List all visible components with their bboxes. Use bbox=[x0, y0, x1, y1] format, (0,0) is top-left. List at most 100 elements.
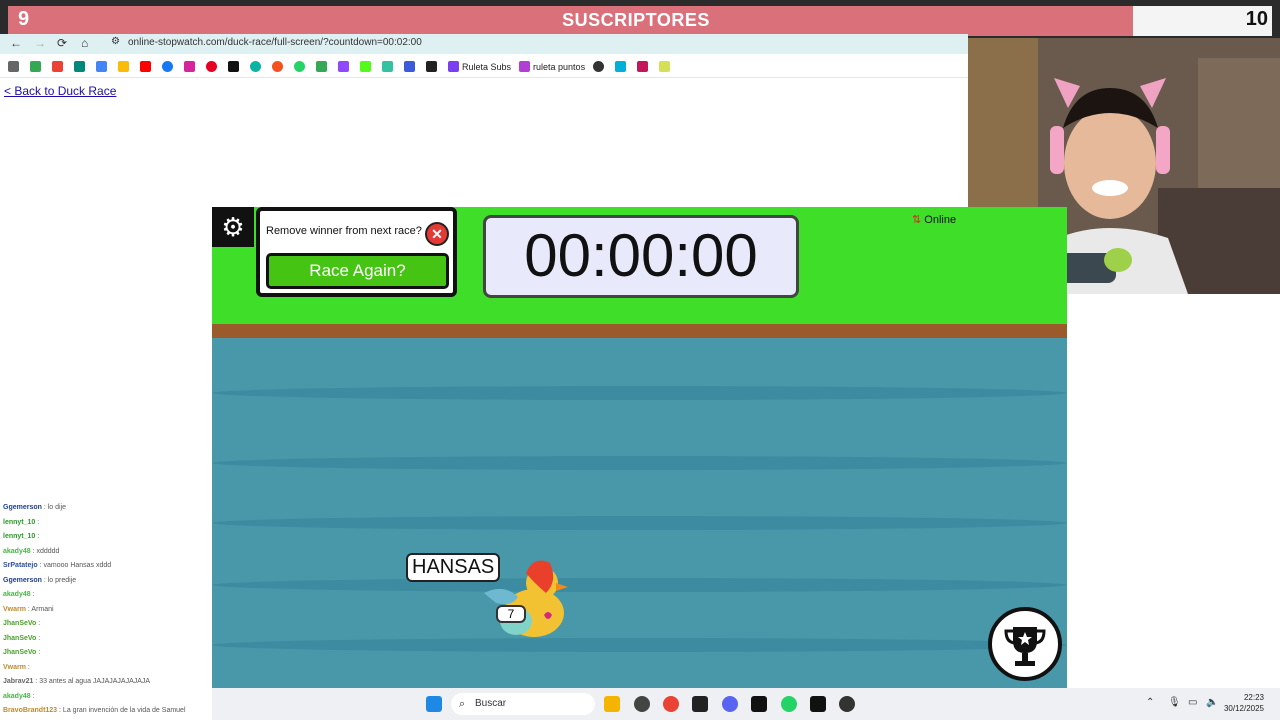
chat-username: Jabrav21 bbox=[3, 678, 34, 685]
remove-winner-prompt: Remove winner from next race? bbox=[266, 225, 422, 237]
star-icon[interactable] bbox=[659, 61, 673, 72]
apps-icon[interactable] bbox=[8, 61, 22, 72]
chat-message: Ggemerson : lo predije bbox=[3, 576, 77, 584]
download-icon[interactable] bbox=[404, 61, 418, 72]
bookmarks-bar: Ruleta Subs ruleta puntos bbox=[0, 56, 968, 78]
chat-text: vamooo Hansas xddd bbox=[43, 562, 112, 569]
streamlabs-icon[interactable] bbox=[382, 61, 396, 72]
chat-message: akady48 : bbox=[3, 692, 35, 700]
obs-taskbar-icon[interactable] bbox=[839, 696, 855, 712]
reload-icon[interactable]: ⟳ bbox=[57, 36, 67, 50]
play-icon[interactable] bbox=[615, 61, 629, 72]
url-text[interactable]: online-stopwatch.com/duck-race/full-scre… bbox=[128, 37, 422, 48]
chat-username: JhanSeVo bbox=[3, 620, 37, 627]
chat-message: lennyt_10 : bbox=[3, 518, 40, 526]
capcut-icon[interactable] bbox=[692, 696, 708, 712]
back-to-duck-race-link[interactable]: < Back to Duck Race bbox=[4, 84, 116, 98]
leaderboard-trophy-icon[interactable] bbox=[988, 607, 1062, 681]
maps-icon[interactable] bbox=[316, 61, 330, 72]
chat-message: Ggemerson : lo dije bbox=[3, 504, 67, 511]
facebook-icon[interactable] bbox=[162, 61, 176, 72]
chat-username: akady48 bbox=[3, 591, 31, 598]
notion-icon[interactable] bbox=[751, 696, 767, 712]
kick-icon[interactable] bbox=[360, 61, 374, 72]
youtube-icon[interactable] bbox=[140, 61, 154, 72]
twitch-icon[interactable] bbox=[338, 61, 352, 72]
duck-race-game[interactable]: ⚙ Remove winner from next race? ✕ Race A… bbox=[212, 207, 1067, 688]
chat-username: SrPatatejo bbox=[3, 562, 38, 569]
edge-icon[interactable] bbox=[250, 61, 264, 72]
chat-message: BravoBrandt123 : La gran invención de la… bbox=[3, 707, 186, 714]
close-x-icon[interactable]: ✕ bbox=[425, 222, 449, 246]
system-clock[interactable]: 22:23 30/12/2025 bbox=[1224, 692, 1264, 714]
race-over-panel: Remove winner from next race? ✕ Race Aga… bbox=[256, 207, 457, 297]
start-icon[interactable] bbox=[426, 696, 442, 712]
whatsapp-icon[interactable] bbox=[294, 61, 308, 72]
chat-username: Vwarm bbox=[3, 663, 26, 671]
chrome-taskbar-icon[interactable] bbox=[663, 696, 679, 712]
gmail-icon[interactable] bbox=[52, 61, 66, 72]
chat-message: Jabrav21 : 33 antes al agua JAJAJAJAJAJA… bbox=[3, 678, 151, 685]
chat-username: Ggemerson bbox=[3, 576, 42, 584]
volume-icon[interactable]: 🔈 bbox=[1206, 697, 1218, 708]
chat-username: JhanSeVo bbox=[3, 649, 37, 656]
notion-icon-2[interactable] bbox=[810, 696, 826, 712]
pinterest-icon[interactable] bbox=[206, 61, 220, 72]
forward-icon[interactable]: → bbox=[34, 36, 46, 50]
back-icon[interactable]: ← bbox=[10, 36, 22, 50]
chat-username: akady48 bbox=[3, 692, 31, 700]
photos-icon[interactable] bbox=[118, 61, 132, 72]
chat-username: lennyt_10 bbox=[3, 518, 36, 526]
address-bar: ← → ⟳ ⌂ ⚙ online-stopwatch.com/duck-race… bbox=[0, 34, 968, 54]
chrome-icon[interactable] bbox=[272, 61, 286, 72]
mic-icon[interactable]: 🎙 bbox=[1168, 697, 1181, 708]
site-info-icon[interactable]: ⚙ bbox=[111, 36, 120, 47]
chat-username: Vwarm bbox=[3, 605, 26, 613]
chat-username: BravoBrandt123 bbox=[3, 707, 58, 714]
chat-message: akady48 : xddddd bbox=[3, 547, 60, 555]
chatgpt-icon[interactable] bbox=[634, 696, 650, 712]
drive-icon[interactable] bbox=[30, 61, 44, 72]
arrows-icon: ⇅ bbox=[912, 214, 922, 226]
chat-username: akady48 bbox=[3, 547, 31, 555]
settings-gear-icon[interactable]: ⚙ bbox=[212, 207, 254, 247]
river bbox=[212, 338, 1067, 688]
bookmark-ruleta-subs[interactable]: Ruleta Subs bbox=[448, 61, 511, 72]
discord-icon[interactable] bbox=[722, 696, 738, 712]
goal-count: 10 bbox=[1245, 8, 1268, 30]
bar-title: SUSCRIPTORES bbox=[562, 10, 710, 30]
race-again-button[interactable]: Race Again? bbox=[266, 253, 449, 289]
pocket-icon[interactable] bbox=[426, 61, 440, 72]
wheel-icon bbox=[448, 61, 459, 72]
obs-icon[interactable] bbox=[593, 61, 607, 72]
chat-message: JhanSeVo : bbox=[3, 649, 41, 656]
tiktok-icon[interactable] bbox=[228, 61, 242, 72]
duck-icon: 7 bbox=[484, 553, 574, 643]
chat-text: lo dije bbox=[47, 504, 67, 511]
chat-message: akady48 : bbox=[3, 591, 35, 598]
duck-number: 7 bbox=[496, 605, 526, 623]
chat-message: SrPatatejo : vamooo Hansas xddd bbox=[3, 562, 112, 569]
search-icon: ⌕ bbox=[459, 698, 466, 710]
chat-username: lennyt_10 bbox=[3, 533, 36, 540]
tv-icon[interactable] bbox=[637, 61, 651, 72]
whatsapp-taskbar-icon[interactable] bbox=[781, 696, 797, 712]
chat-text: La gran invención de la vida de Samuel bbox=[62, 707, 186, 714]
meet-icon[interactable] bbox=[74, 61, 88, 72]
chat-message: JhanSeVo : bbox=[3, 620, 41, 627]
chevron-up-icon[interactable]: ⌃ bbox=[1146, 697, 1154, 708]
dirt-edge bbox=[212, 324, 1067, 338]
home-icon[interactable]: ⌂ bbox=[81, 36, 88, 50]
chat-text: 33 antes al agua JAJAJAJAJAJAJA bbox=[39, 678, 151, 685]
windows-taskbar: ⌕ Buscar ⌃ 🎙 ▭ 🔈 22:23 30/12/2025 bbox=[212, 688, 1280, 720]
calendar-icon[interactable] bbox=[96, 61, 110, 72]
taskbar-search[interactable]: ⌕ Buscar bbox=[451, 693, 595, 715]
bookmark-ruleta-puntos[interactable]: ruleta puntos bbox=[519, 61, 585, 72]
chat-message: JhanSeVo : bbox=[3, 634, 41, 642]
chat-message: Vwarm : Armani bbox=[3, 605, 54, 613]
stream-chat: Ggemerson : lo dije lennyt_10 : lennyt_10… bbox=[0, 490, 212, 720]
instagram-icon[interactable] bbox=[184, 61, 198, 72]
subscriber-bar: 9 SUSCRIPTORES 10 bbox=[0, 0, 1280, 38]
file-explorer-icon[interactable] bbox=[604, 696, 620, 712]
network-icon[interactable]: ▭ bbox=[1188, 697, 1197, 708]
